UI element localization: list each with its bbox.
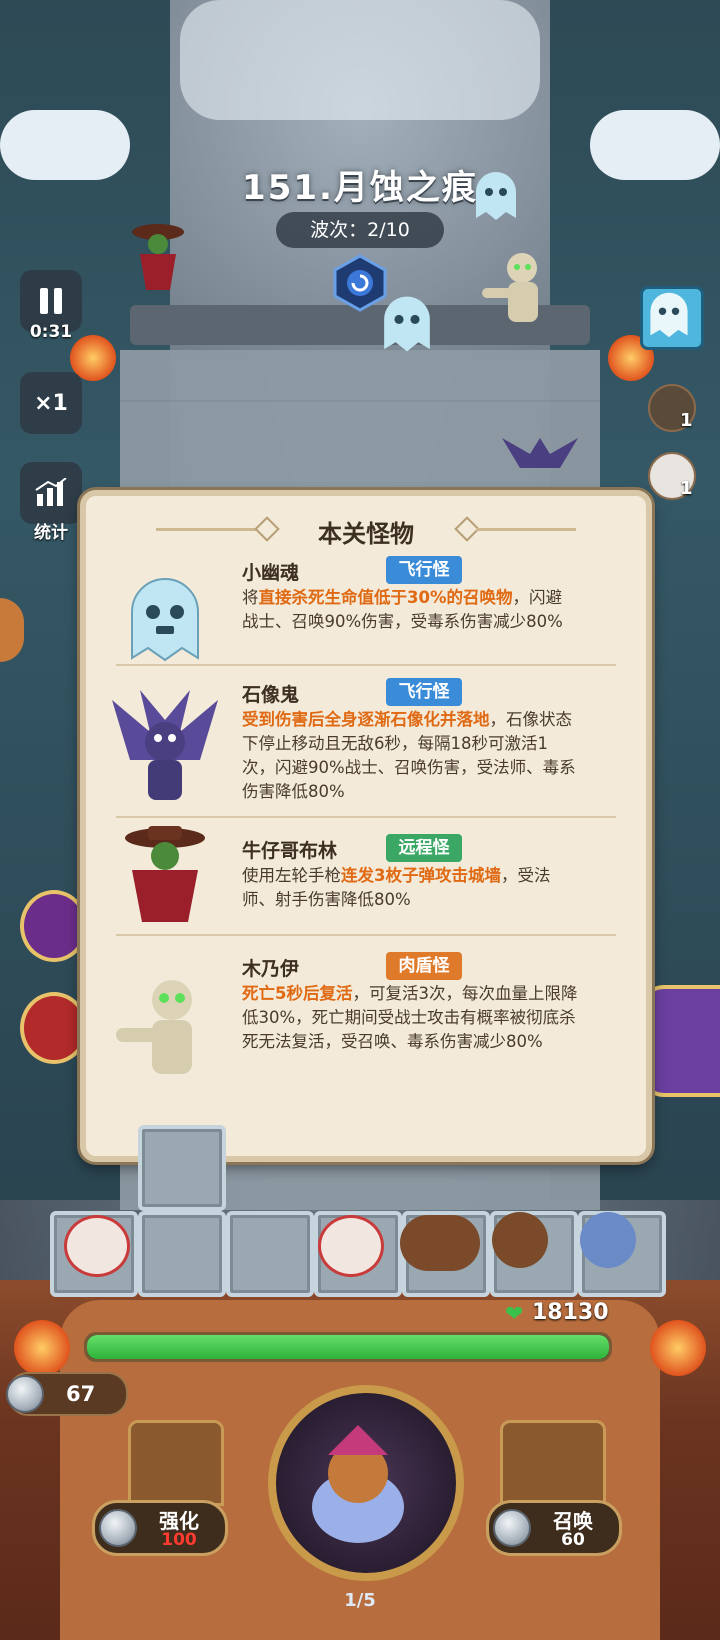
snow-gate [180, 0, 540, 120]
wave-counter: 波次：2/10 [276, 212, 444, 248]
heart-icon: ❤ [505, 1302, 524, 1327]
board-slot[interactable] [138, 1211, 226, 1297]
panel-title: 本关怪物 [318, 520, 414, 548]
monster-name: 牛仔哥布林 [242, 840, 338, 862]
hero-count-1: 1 [680, 410, 693, 431]
wall-hp-fill [87, 1335, 609, 1359]
desc-highlight: 受到伤害后全身逐渐石像化并落地 [242, 710, 490, 729]
entry-divider [116, 934, 616, 936]
pagoda-left [128, 1420, 224, 1506]
monster-tag: 飞行怪 [386, 678, 462, 706]
hero-mage[interactable] [580, 1212, 636, 1268]
hero-summon-circle[interactable] [268, 1385, 464, 1581]
goblin-sprite [132, 224, 184, 290]
desc-highlight: 直接杀死生命值低于30%的召唤物 [258, 588, 513, 607]
hero-ram[interactable] [492, 1212, 548, 1268]
cowboy-goblin-icon [125, 826, 205, 922]
wall-hp: 18130 [532, 1300, 609, 1325]
ghost-sprite [384, 296, 430, 352]
ghost-sprite [476, 172, 516, 220]
board-slot[interactable] [138, 1125, 226, 1211]
hero-santa[interactable] [64, 1215, 130, 1277]
hero-count-2: 1 [680, 478, 693, 499]
stats-button[interactable] [20, 462, 82, 524]
hero-ram-pair[interactable] [400, 1215, 480, 1271]
monster-info-panel: 本关怪物 小幽魂 飞行怪 将直接杀死生命值低于30%的召唤物，闪避战士、召唤90… [80, 490, 652, 1162]
monster-tag: 远程怪 [386, 834, 462, 862]
gargoyle-icon [112, 690, 218, 800]
stats-icon [35, 478, 67, 506]
mummy-sprite [482, 253, 538, 322]
desc-highlight: 死亡5秒后复活 [242, 984, 353, 1003]
wall-hp-bar [84, 1332, 612, 1362]
board-slot[interactable] [226, 1211, 314, 1297]
pagoda-right [500, 1420, 606, 1506]
monster-tag: 飞行怪 [386, 556, 462, 584]
hero-santa[interactable] [318, 1215, 384, 1277]
skill-elephant-button[interactable] [640, 985, 720, 1097]
timer-text: 0:31 [29, 322, 73, 342]
desc-prefix: 使用左轮手枪 [242, 866, 341, 885]
title-deco-right [476, 528, 576, 531]
ghost-icon [650, 292, 688, 338]
stats-label: 统计 [34, 523, 68, 543]
pause-icon [40, 288, 62, 314]
speed-button[interactable]: ×1 [20, 372, 82, 434]
monster-name: 木乃伊 [242, 958, 300, 980]
mummy-icon [116, 980, 192, 1074]
silver-coin-icon [6, 1375, 44, 1413]
summon-button[interactable]: 召唤 60 [486, 1500, 622, 1556]
skill-lantern-button[interactable] [20, 890, 88, 962]
upgrade-button[interactable]: 强化 100 [92, 1500, 228, 1556]
summon-progress: 1/5 [344, 1590, 376, 1611]
entry-divider [116, 664, 616, 666]
skill-lightning-button[interactable] [20, 992, 88, 1064]
level-title: 151.月蚀之痕 [242, 168, 478, 208]
summon-cost: 60 [561, 1530, 585, 1550]
desc-highlight: 连发3枚子弹攻击城墙 [341, 866, 501, 885]
lantern-left [14, 1320, 70, 1376]
entry-divider [116, 816, 616, 818]
monster-desc: 受到伤害后全身逐渐石像化并落地，石像状态下停止移动且无敌6秒，每隔18秒可激活1… [242, 708, 578, 804]
ghost-icon [131, 578, 199, 662]
upgrade-cost: 100 [161, 1530, 197, 1550]
desc-prefix: 将 [242, 588, 259, 607]
coin-amount: 67 [66, 1382, 96, 1406]
monster-name: 石像鬼 [242, 684, 300, 706]
lantern-right [650, 1320, 706, 1376]
monster-desc: 死亡5秒后复活，可复活3次，每次血量上限降低30%，死亡期间受战士攻击有概率被彻… [242, 982, 578, 1054]
elephant-hero-icon [312, 1425, 404, 1543]
gargoyle-sprite [502, 438, 578, 468]
monster-desc: 将直接杀死生命值低于30%的召唤物，闪避战士、召唤90%伤害，受毒系伤害减少80… [242, 586, 578, 634]
monster-tag: 肉盾怪 [386, 952, 462, 980]
hero-board [50, 1125, 670, 1305]
monster-desc: 使用左轮手枪连发3枚子弹攻击城墙，受法师、射手伤害降低80% [242, 864, 578, 912]
next-wave-portrait[interactable] [640, 286, 704, 350]
monster-name: 小幽魂 [242, 562, 300, 584]
coin-counter: 67 [6, 1372, 128, 1416]
